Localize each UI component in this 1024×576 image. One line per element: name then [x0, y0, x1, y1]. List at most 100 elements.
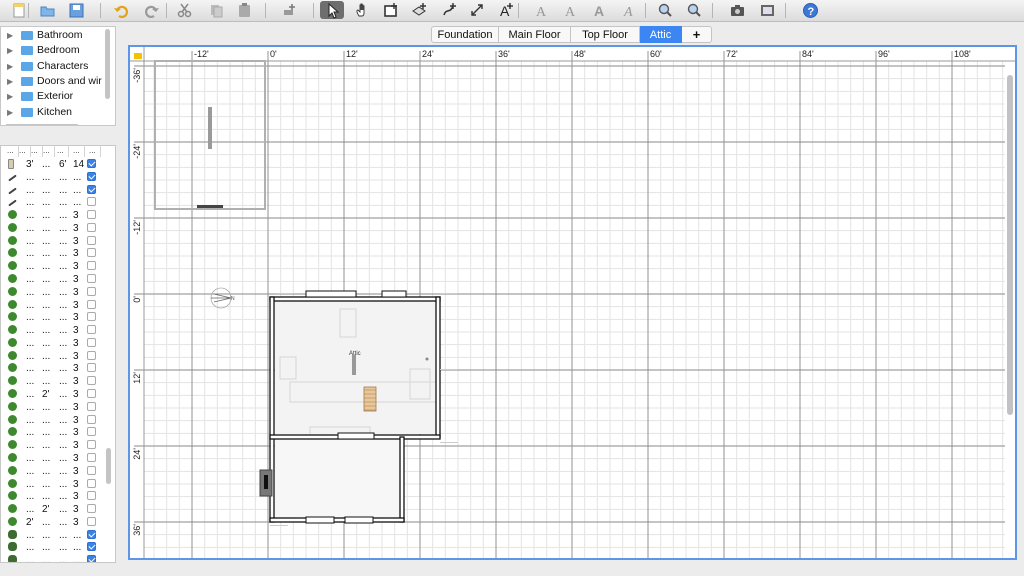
- catalog-category-row[interactable]: ▶ Bedroom: [1, 43, 105, 58]
- redo-button[interactable]: [139, 1, 163, 19]
- add-text-button[interactable]: A: [494, 1, 518, 19]
- furniture-list-scrollbar[interactable]: [106, 448, 111, 484]
- furniture-row[interactable]: ............: [1, 171, 101, 185]
- visible-checkbox[interactable]: [87, 274, 96, 284]
- visible-checkbox[interactable]: [87, 235, 96, 245]
- furniture-row[interactable]: ......... 3: [1, 222, 101, 236]
- furniture-column-header[interactable]: ...: [57, 146, 69, 157]
- visible-checkbox[interactable]: [87, 440, 96, 450]
- furniture-row[interactable]: ......... 3: [1, 427, 101, 440]
- plan-vertical-scrollbar[interactable]: [1007, 75, 1013, 415]
- furniture-row[interactable]: ... 2'... 3: [1, 389, 101, 402]
- create-rooms-button[interactable]: [407, 1, 431, 19]
- catalog-category-row[interactable]: ▶ Characters: [1, 59, 105, 74]
- furniture-row[interactable]: ......... 3: [1, 235, 101, 249]
- visible-checkbox[interactable]: [87, 478, 96, 488]
- zoom-out-button[interactable]: [682, 1, 706, 19]
- visible-checkbox[interactable]: [87, 504, 96, 514]
- furniture-column-header[interactable]: ...: [73, 146, 85, 157]
- visible-checkbox[interactable]: [87, 414, 96, 424]
- visible-checkbox[interactable]: [87, 401, 96, 411]
- furniture-row[interactable]: ......... 3: [1, 261, 101, 274]
- furniture-column-header[interactable]: ...: [31, 146, 43, 157]
- visible-checkbox[interactable]: [87, 159, 96, 168]
- furniture-row[interactable]: ......... 3: [1, 210, 101, 223]
- visible-checkbox[interactable]: [87, 427, 96, 437]
- select-button[interactable]: [320, 1, 344, 19]
- furniture-row[interactable]: ......... 3: [1, 478, 101, 492]
- furniture-row[interactable]: ......... 3: [1, 312, 101, 325]
- expand-triangle-icon[interactable]: ▶: [7, 89, 13, 104]
- visible-checkbox[interactable]: [87, 222, 96, 232]
- furniture-row[interactable]: ......... 3: [1, 414, 101, 428]
- visible-checkbox[interactable]: [87, 555, 96, 562]
- furniture-row[interactable]: ......... 3: [1, 286, 101, 300]
- create-video-button[interactable]: [755, 1, 779, 19]
- furniture-row[interactable]: ............: [1, 542, 101, 555]
- visible-checkbox[interactable]: [87, 529, 96, 539]
- visible-checkbox[interactable]: [87, 465, 96, 475]
- visible-checkbox[interactable]: [87, 325, 96, 335]
- furniture-row[interactable]: ............: [1, 555, 101, 562]
- furniture-row[interactable]: ......... 3: [1, 401, 101, 415]
- save-button[interactable]: [64, 1, 88, 19]
- furniture-row[interactable]: ............: [1, 184, 101, 198]
- expand-triangle-icon[interactable]: ▶: [7, 59, 13, 74]
- floor-plan-view[interactable]: -12' 0' 12' 24' 36' 48' 60' 72' 84' 96' 108' -36' -2…: [128, 45, 1017, 560]
- catalog-horizontal-scrollbar[interactable]: [5, 124, 79, 125]
- furniture-row[interactable]: ......... 3: [1, 491, 101, 504]
- furniture-row[interactable]: ......... 3: [1, 363, 101, 376]
- left-pane-splitter[interactable]: [0, 130, 116, 144]
- visible-checkbox[interactable]: [87, 452, 96, 462]
- catalog-vertical-scrollbar[interactable]: [105, 29, 110, 99]
- furniture-column-header[interactable]: ...: [89, 146, 101, 157]
- catalog-category-row[interactable]: ▶ Doors and wir: [1, 74, 105, 89]
- text-style-1-button[interactable]: A: [530, 1, 554, 19]
- level-tab-foundation[interactable]: Foundation: [431, 26, 499, 43]
- visible-checkbox[interactable]: [87, 389, 96, 399]
- furniture-column-header[interactable]: ...: [43, 146, 55, 157]
- furniture-row[interactable]: ......... 3: [1, 274, 101, 287]
- furniture-column-header[interactable]: ...: [7, 146, 19, 157]
- help-button[interactable]: ?: [798, 1, 822, 19]
- visible-checkbox[interactable]: [87, 376, 96, 386]
- expand-triangle-icon[interactable]: ▶: [7, 43, 13, 58]
- create-photo-button[interactable]: [725, 1, 749, 19]
- visible-checkbox[interactable]: [87, 210, 96, 220]
- furniture-row[interactable]: ......... 3: [1, 465, 101, 479]
- add-level-tab[interactable]: +: [682, 26, 712, 43]
- visible-checkbox[interactable]: [87, 299, 96, 309]
- visible-checkbox[interactable]: [87, 491, 96, 501]
- visible-checkbox[interactable]: [87, 171, 96, 181]
- visible-checkbox[interactable]: [87, 337, 96, 347]
- create-walls-button[interactable]: [379, 1, 403, 19]
- visible-checkbox[interactable]: [87, 184, 96, 194]
- furniture-column-header[interactable]: ...: [19, 146, 31, 157]
- expand-triangle-icon[interactable]: ▶: [7, 74, 13, 89]
- cut-button[interactable]: [172, 1, 196, 19]
- create-dimensions-button[interactable]: [465, 1, 489, 19]
- level-tab-main-floor[interactable]: Main Floor: [499, 26, 571, 43]
- pan-button[interactable]: [350, 1, 374, 19]
- expand-triangle-icon[interactable]: ▶: [7, 28, 13, 43]
- furniture-row[interactable]: 2'...... 3: [1, 516, 101, 530]
- furniture-row[interactable]: ......... 3: [1, 440, 101, 453]
- furniture-row[interactable]: ... 2'... 3: [1, 504, 101, 517]
- level-tab-top-floor[interactable]: Top Floor: [571, 26, 640, 43]
- add-furniture-button[interactable]: [277, 1, 301, 19]
- visible-checkbox[interactable]: [87, 286, 96, 296]
- furniture-row[interactable]: ......... 3: [1, 248, 101, 261]
- furniture-row[interactable]: ......... 3: [1, 452, 101, 466]
- furniture-row[interactable]: 3'... 6' 14: [1, 159, 101, 172]
- furniture-row[interactable]: ......... 3: [1, 376, 101, 389]
- zoom-in-button[interactable]: [653, 1, 677, 19]
- text-style-4-button[interactable]: A: [617, 1, 641, 19]
- text-style-3-button[interactable]: A: [588, 1, 612, 19]
- catalog-category-row[interactable]: ▶ Exterior: [1, 89, 105, 104]
- catalog-category-row[interactable]: ▶ Kitchen: [1, 105, 105, 120]
- text-style-2-button[interactable]: A: [559, 1, 583, 19]
- visible-checkbox[interactable]: [87, 197, 96, 207]
- undo-button[interactable]: [109, 1, 133, 19]
- level-tab-attic[interactable]: Attic: [640, 26, 682, 43]
- visible-checkbox[interactable]: [87, 350, 96, 360]
